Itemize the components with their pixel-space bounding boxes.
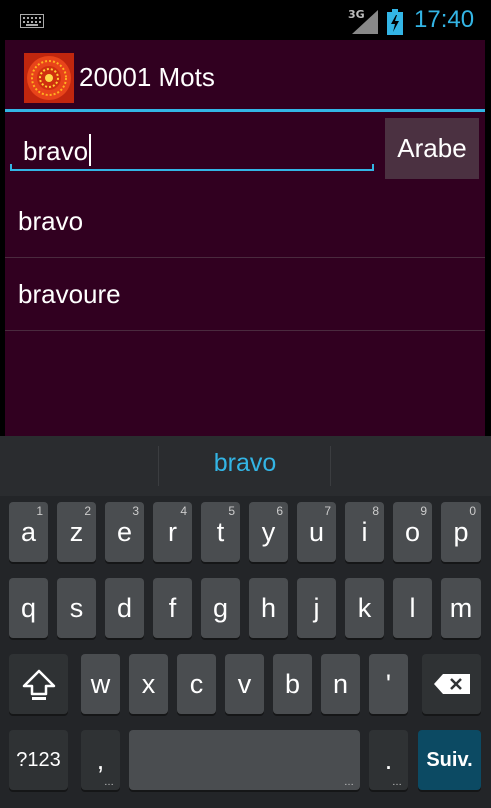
- key-hint: 3: [132, 504, 139, 518]
- key-hint: 2: [84, 504, 91, 518]
- soft-keyboard: bravo a1 z2 e3 r4 t5 y6 u7 i8 o9 p0 q s …: [0, 436, 491, 808]
- more-keys-indicator: …: [104, 777, 114, 788]
- comma-key[interactable]: ,…: [81, 730, 120, 790]
- key-a[interactable]: a1: [9, 502, 48, 562]
- key-z[interactable]: z2: [57, 502, 96, 562]
- list-item[interactable]: bravo: [5, 185, 485, 258]
- key-p[interactable]: p0: [441, 502, 481, 562]
- key-u[interactable]: u7: [297, 502, 336, 562]
- text-cursor: [89, 134, 91, 166]
- key-x[interactable]: x: [129, 654, 168, 714]
- suggestion-strip: bravo: [0, 436, 491, 496]
- shift-icon: [22, 669, 55, 700]
- space-key[interactable]: …: [129, 730, 360, 790]
- key-label: i: [361, 516, 368, 547]
- key-label: y: [261, 516, 276, 547]
- key-d[interactable]: d: [105, 578, 144, 638]
- key-c[interactable]: c: [177, 654, 216, 714]
- key-k[interactable]: k: [345, 578, 384, 638]
- key-b[interactable]: b: [273, 654, 312, 714]
- suggestion-divider: [158, 446, 159, 486]
- key-label: p: [453, 516, 469, 547]
- period-key[interactable]: .…: [369, 730, 408, 790]
- action-bar: 20001 Mots: [5, 40, 485, 112]
- search-row: Arabe: [5, 112, 485, 190]
- key-hint: 0: [469, 504, 476, 518]
- key-label: a: [20, 516, 37, 547]
- suggestion-word[interactable]: bravo: [160, 449, 330, 478]
- status-bar: 3G 17:40: [0, 0, 491, 40]
- key-e[interactable]: e3: [105, 502, 144, 562]
- key-q[interactable]: q: [9, 578, 48, 638]
- key-label: e: [116, 516, 133, 547]
- suggestion-divider: [330, 446, 331, 486]
- key-label: o: [404, 516, 421, 547]
- key-s[interactable]: s: [57, 578, 96, 638]
- key-label: .: [384, 744, 393, 775]
- app-logo-icon[interactable]: [24, 53, 74, 103]
- keyboard-icon: [20, 14, 44, 28]
- key-apostrophe[interactable]: ': [369, 654, 408, 714]
- search-input-underline: [10, 164, 374, 171]
- key-w[interactable]: w: [81, 654, 120, 714]
- list-item[interactable]: bravoure: [5, 258, 485, 331]
- key-t[interactable]: t5: [201, 502, 240, 562]
- key-hint: 9: [420, 504, 427, 518]
- key-hint: 5: [228, 504, 235, 518]
- key-v[interactable]: v: [225, 654, 264, 714]
- shift-key[interactable]: [9, 654, 68, 714]
- key-hint: 8: [372, 504, 379, 518]
- key-label: u: [308, 516, 325, 547]
- key-j[interactable]: j: [297, 578, 336, 638]
- key-r[interactable]: r4: [153, 502, 192, 562]
- key-m[interactable]: m: [441, 578, 481, 638]
- backspace-icon: [433, 674, 470, 694]
- key-label: r: [168, 516, 177, 547]
- key-label: t: [216, 516, 225, 547]
- key-g[interactable]: g: [201, 578, 240, 638]
- language-button[interactable]: Arabe: [385, 118, 479, 179]
- key-h[interactable]: h: [249, 578, 288, 638]
- key-n[interactable]: n: [321, 654, 360, 714]
- next-action-key[interactable]: Suiv.: [418, 730, 481, 790]
- more-keys-indicator: …: [344, 777, 354, 788]
- search-input[interactable]: [10, 128, 374, 174]
- backspace-key[interactable]: [422, 654, 481, 714]
- key-i[interactable]: i8: [345, 502, 384, 562]
- app-window: 20001 Mots Arabe bravo bravoure: [5, 40, 485, 436]
- key-o[interactable]: o9: [393, 502, 432, 562]
- key-hint: 1: [36, 504, 43, 518]
- app-title: 20001 Mots: [79, 62, 215, 92]
- key-hint: 7: [324, 504, 331, 518]
- clock: 17:40: [414, 6, 475, 33]
- more-keys-indicator: …: [392, 777, 402, 788]
- key-l[interactable]: l: [393, 578, 432, 638]
- key-f[interactable]: f: [153, 578, 192, 638]
- key-label: z: [69, 516, 84, 547]
- signal-icon: [352, 10, 378, 34]
- key-hint: 6: [276, 504, 283, 518]
- symbols-key[interactable]: ?123: [9, 730, 68, 790]
- battery-charging-icon: [387, 9, 403, 35]
- results-list: bravo bravoure: [5, 185, 485, 331]
- key-hint: 4: [180, 504, 187, 518]
- key-label: ,: [96, 744, 105, 775]
- key-y[interactable]: y6: [249, 502, 288, 562]
